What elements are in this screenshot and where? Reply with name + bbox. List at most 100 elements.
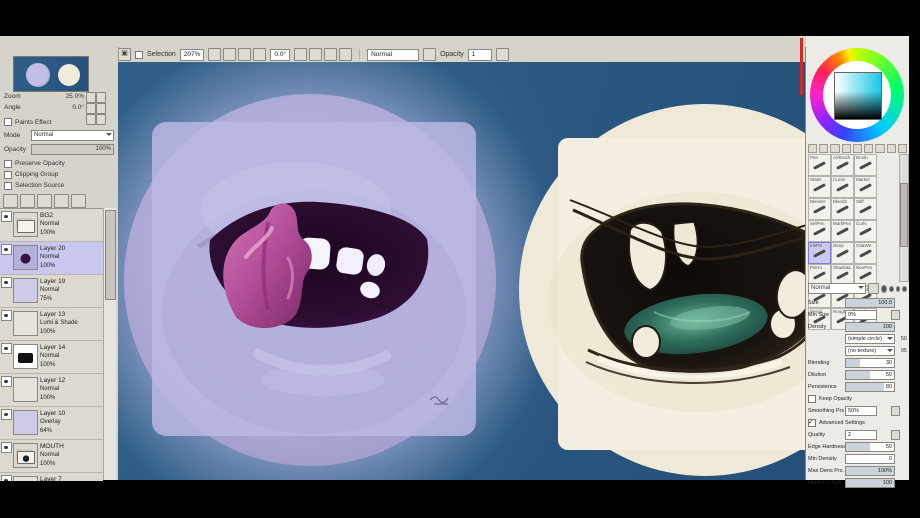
layer-row[interactable]: BG2 Normal 100% [0,209,103,242]
setting-slider[interactable]: (simple circle) [845,334,895,344]
brush-setting-row[interactable]: Density 100 [806,321,909,333]
brush-preset[interactable]: Blender [808,198,831,220]
brush-size-dot-large[interactable] [881,285,887,293]
navigator-button[interactable] [96,103,106,114]
setting-checkbox[interactable] [808,395,816,403]
color-panel-tab-icon[interactable] [830,144,839,153]
brush-size-dot-small[interactable] [896,286,901,292]
opacity-select[interactable]: 1 [468,49,492,61]
navigator-button[interactable] [96,92,106,103]
brush-setting-row[interactable]: Hard <-> Soft 100 [806,477,909,489]
setting-slider[interactable]: 100.0 [845,298,895,308]
brush-preset[interactable]: Curve [831,176,854,198]
layer-tool-button[interactable] [54,194,69,208]
new-canvas-button[interactable]: ▣ [118,48,131,61]
visibility-toggle[interactable] [1,277,12,288]
zoom-value-field[interactable]: 207% [180,49,205,61]
setting-slider[interactable]: 0% [845,310,877,320]
setting-slider[interactable]: 30 [845,358,895,368]
brush-preset[interactable]: Pen [808,154,831,176]
brush-mode-select[interactable]: Normal [808,283,866,294]
rotate-button[interactable] [324,48,337,61]
layer-row[interactable]: Layer 14 Normal 100% [0,341,103,374]
blend-mode-select[interactable]: Normal [367,49,419,61]
setting-slider[interactable]: 50 [845,370,895,380]
color-panel-tab-icon[interactable] [808,144,817,153]
brush-preset[interactable]: Curls [854,220,877,242]
visibility-toggle[interactable] [1,475,12,481]
color-panel-tab-icon[interactable] [898,144,907,153]
layer-tool-button[interactable] [3,194,18,208]
brush-preset[interactable]: AirBrush [831,154,854,176]
brush-setting-row[interactable]: Keep Opacity [806,393,909,405]
brush-setting-row[interactable]: Min Size 0% [806,309,909,321]
saturation-value-square[interactable] [834,72,882,120]
zoom-button[interactable] [238,48,251,61]
scrollbar-thumb[interactable] [105,210,116,300]
visibility-toggle[interactable] [1,310,12,321]
brush-setting-row[interactable]: Blending 30 [806,357,909,369]
visibility-toggle[interactable] [1,343,12,354]
rotate-button[interactable] [294,48,307,61]
navigator-button[interactable] [86,92,96,103]
brush-setting-row[interactable]: Quality 2 [806,429,909,441]
visibility-toggle[interactable] [1,211,12,222]
layer-row[interactable]: MOUTH Normal 100% [0,440,103,473]
color-panel-tab-icon[interactable] [842,144,851,153]
brush-setting-row[interactable]: (no texture) 95 [806,345,909,357]
brush-setting-row[interactable]: Max Dens Prs. 100% [806,465,909,477]
setting-slider[interactable]: (no texture) [845,346,895,356]
layer-row[interactable]: Layer 13 Lumi & Shade 100% [0,308,103,341]
brush-setting-row[interactable]: Persistence 80 [806,381,909,393]
brush-setting-row[interactable]: Dilution 50 [806,369,909,381]
layer-row[interactable]: Layer 10 Overlay 64% [0,407,103,440]
setting-slider[interactable]: 50 [845,442,895,452]
layer-row[interactable]: Layer 7 Normal 100% [0,473,103,481]
brush-preset[interactable]: Deep [831,242,854,264]
setting-slider[interactable]: 50% [845,406,877,416]
brush-setting-row[interactable]: Smoothing Prs 50% [806,405,909,417]
brush-setting-row[interactable]: (simple circle) 50 [806,333,909,345]
brush-preset[interactable]: MarkPen [831,220,854,242]
setting-slider[interactable]: 100 [845,478,895,488]
layer-checkbox-row[interactable]: Preserve Opacity [4,158,114,169]
scrollbar-thumb[interactable] [900,183,908,247]
color-panel-tab-icon[interactable] [887,144,896,153]
layer-list-scrollbar[interactable] [103,208,116,480]
layer-row[interactable]: Layer 12 Normal 100% [0,374,103,407]
setting-slider[interactable] [865,419,895,427]
canvas-area[interactable] [118,62,805,480]
layer-row[interactable]: Layer 19 Normal 75% [0,275,103,308]
navigator-thumbnail[interactable] [13,56,89,92]
mode-option-button[interactable] [423,48,436,61]
brush-preset[interactable]: Blend2 [831,198,854,220]
layer-checkbox-row[interactable]: Selection Source [4,180,114,191]
brush-size-dot-medium[interactable] [889,286,894,292]
visibility-toggle[interactable] [1,442,12,453]
setting-slider[interactable]: 80 [845,382,895,392]
brush-preset[interactable]: InkPcl [808,242,831,264]
paints-effect-checkbox[interactable] [4,118,12,126]
navigator-button[interactable] [86,103,96,114]
zoom-button[interactable] [223,48,236,61]
brush-preset[interactable]: Oil&Wtr [854,242,877,264]
layer-tool-button[interactable] [20,194,35,208]
setting-slider[interactable]: 100 [845,322,895,332]
brush-setting-row[interactable]: Edge Hardness 50 [806,441,909,453]
checkbox[interactable] [4,160,12,168]
visibility-toggle[interactable] [1,409,12,420]
layer-tool-button[interactable] [71,194,86,208]
brush-setting-row[interactable]: Size 100.0 [806,297,909,309]
visibility-toggle[interactable] [1,244,12,255]
zoom-button[interactable] [208,48,221,61]
color-panel-tab-icon[interactable] [853,144,862,153]
layer-tool-button[interactable] [37,194,52,208]
rotate-button[interactable] [339,48,352,61]
brush-preset[interactable]: Water [808,176,831,198]
brush-preset[interactable]: Marker [854,176,877,198]
color-panel-tab-icon[interactable] [864,144,873,153]
layer-mode-select[interactable]: Normal [31,130,114,141]
layer-row[interactable]: Layer 20 Normal 100% [0,242,103,275]
checkbox[interactable] [4,171,12,179]
setting-slider[interactable]: 0 [845,454,895,464]
